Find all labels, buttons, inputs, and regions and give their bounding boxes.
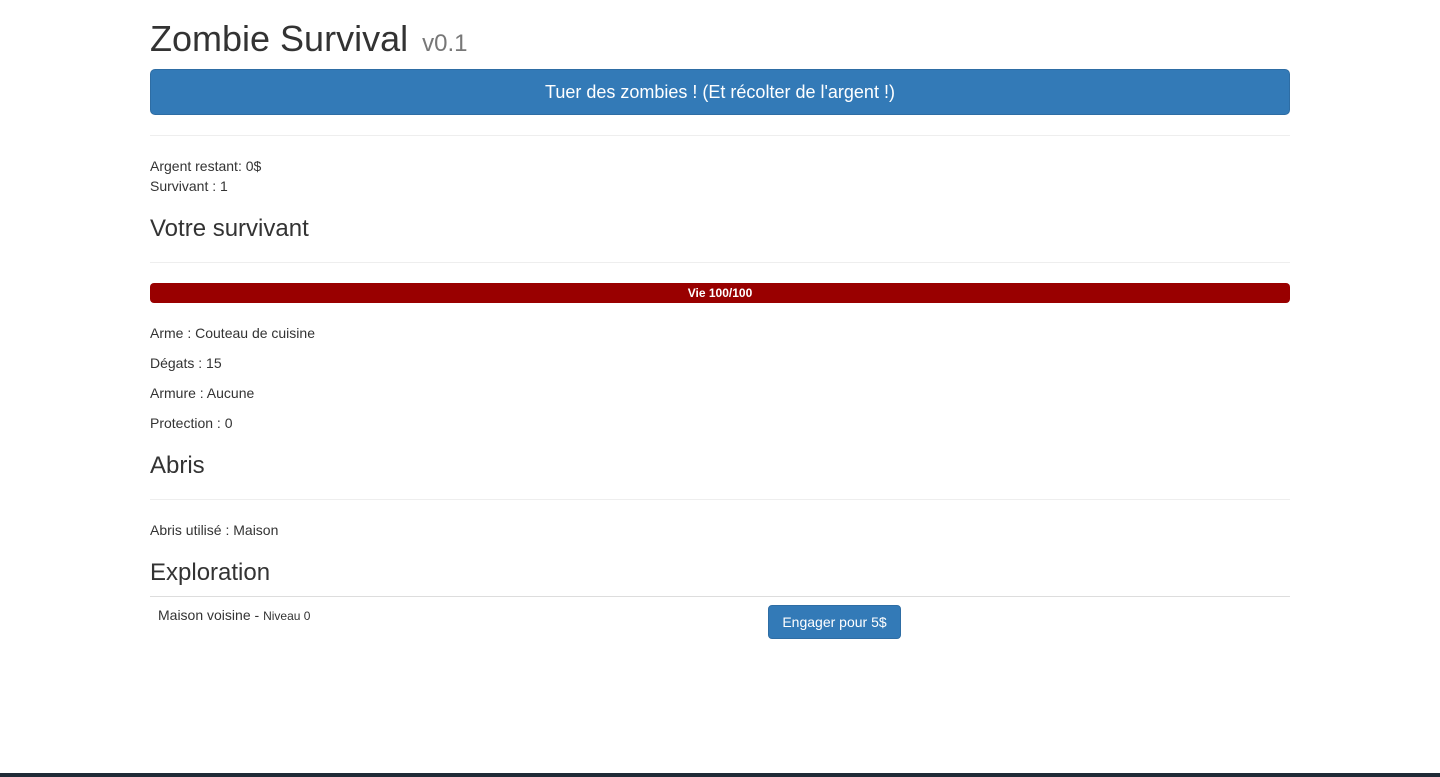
health-progress: Vie 100/100: [150, 283, 1290, 303]
exploration-table-border: [150, 596, 1290, 597]
kill-zombies-button[interactable]: Tuer des zombies ! (Et récolter de l'arg…: [150, 69, 1290, 115]
money-remaining: Argent restant: 0$: [150, 158, 262, 174]
exploration-heading: Exploration: [150, 559, 271, 586]
taskbar-strip: [0, 773, 1440, 777]
divider: [150, 499, 1290, 500]
engage-button[interactable]: Engager pour 5$: [768, 605, 901, 639]
title-text: Zombie Survival: [150, 18, 409, 59]
damage-info: Dégats : 15: [150, 355, 222, 371]
exploration-row-name: Maison voisine - Niveau 0: [158, 605, 310, 626]
health-bar: Vie 100/100: [150, 283, 1290, 303]
page: Zombie Survival v0.1 Tuer des zombies ! …: [0, 0, 1440, 777]
location-name: Maison voisine: [158, 607, 251, 623]
shelter-heading: Abris: [150, 452, 205, 479]
armor-info: Armure : Aucune: [150, 385, 255, 401]
page-title: Zombie Survival v0.1: [150, 19, 467, 64]
location-level: Niveau 0: [263, 609, 311, 623]
survivor-count: Survivant : 1: [150, 178, 228, 194]
divider: [150, 262, 1290, 263]
shelter-used: Abris utilisé : Maison: [150, 522, 279, 538]
weapon-info: Arme : Couteau de cuisine: [150, 325, 315, 341]
protection-info: Protection : 0: [150, 415, 233, 431]
survivor-heading: Votre survivant: [150, 215, 309, 242]
version-label: v0.1: [422, 30, 468, 57]
location-separator: -: [250, 607, 264, 623]
divider: [150, 135, 1290, 136]
